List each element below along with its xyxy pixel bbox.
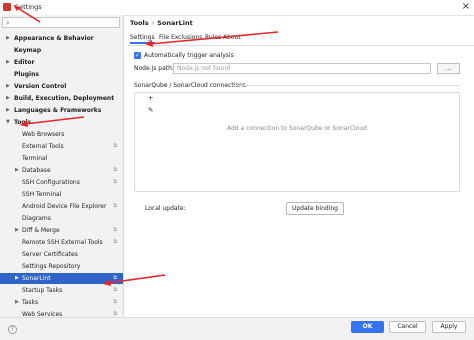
annotation-arrows xyxy=(13,5,279,286)
annotation-arrow-tab xyxy=(149,31,279,45)
annotation-arrowhead-tab xyxy=(145,40,153,47)
annotation-arrowhead-title xyxy=(13,5,20,11)
annotation-arrow-sonarlint xyxy=(107,274,166,284)
annotation-arrow-title xyxy=(15,6,41,23)
annotation-arrow-tools xyxy=(24,116,85,125)
annotation-arrowhead-tools xyxy=(20,120,28,127)
annotation-arrowhead-sonarlint xyxy=(103,279,111,286)
